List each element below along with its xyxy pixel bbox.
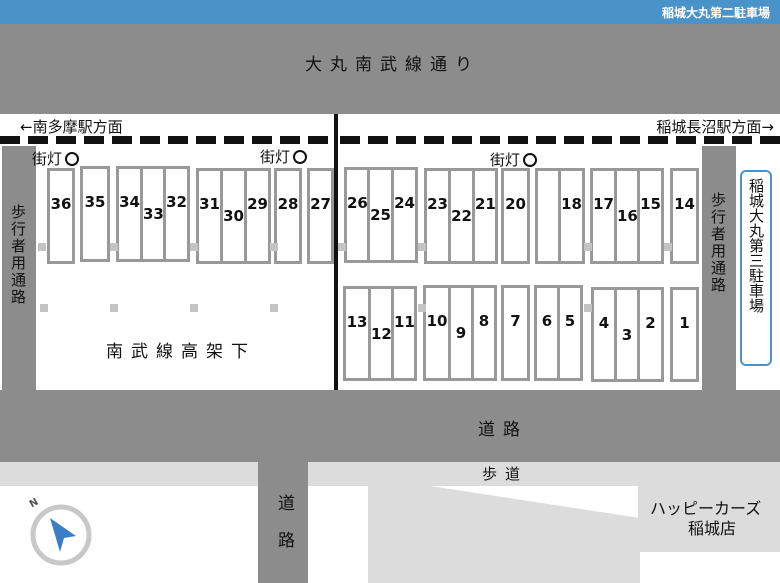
stall-17[interactable]: 17 xyxy=(590,168,617,264)
bollard-dot xyxy=(418,304,426,312)
stall-35[interactable]: 35 xyxy=(80,166,110,262)
bollard-dot xyxy=(270,243,278,251)
street-lamp-icon xyxy=(65,152,80,166)
walkway-right-label: 歩行者用通路 xyxy=(709,192,727,294)
street-lamp-icon xyxy=(523,153,538,167)
street-lamp-3: 街灯 xyxy=(490,149,538,170)
viaduct-area-label: 南武線高架下 xyxy=(106,342,256,362)
stall-36[interactable]: 36 xyxy=(47,168,75,264)
street-lamp-label: 街灯 xyxy=(32,150,63,168)
center-divider-line xyxy=(334,114,338,390)
bollard-dot xyxy=(338,243,346,251)
bottom-road xyxy=(0,390,780,462)
street-lamp-icon xyxy=(293,150,308,164)
bollard-dot xyxy=(418,243,426,251)
street-lamp-label: 街灯 xyxy=(260,148,291,166)
bollard-dot xyxy=(584,243,592,251)
compass-icon xyxy=(30,504,92,566)
stall-7[interactable]: 7 xyxy=(501,285,530,381)
stall-20[interactable]: 20 xyxy=(501,168,530,264)
street-lamp-label: 街灯 xyxy=(490,151,521,169)
stall-10[interactable]: 10 xyxy=(423,285,451,381)
stall-22[interactable]: 22 xyxy=(448,168,475,264)
sidewalk-label: 歩道 xyxy=(482,465,529,483)
stall-5[interactable]: 5 xyxy=(557,285,583,381)
stall-18[interactable]: 18 xyxy=(558,168,585,264)
bollard-dot xyxy=(110,304,118,312)
stall-31[interactable]: 31 xyxy=(196,168,223,264)
stall-11[interactable]: 11 xyxy=(391,286,417,381)
direction-right-label: 稲城長沼駅方面→ xyxy=(656,118,774,136)
stall-28[interactable]: 28 xyxy=(274,168,302,264)
bollard-dot xyxy=(190,304,198,312)
stall-23[interactable]: 23 xyxy=(424,168,451,264)
rail-track-left xyxy=(0,136,334,144)
neighbor-lot-label: 稲城大丸第三駐車場 xyxy=(747,178,765,313)
bollard-dot xyxy=(38,243,46,251)
bollard-dot xyxy=(270,304,278,312)
top-avenue-label: 大丸南武線通り xyxy=(305,55,480,75)
direction-left-label: ←南多摩駅方面 xyxy=(20,118,123,136)
stall-29[interactable]: 29 xyxy=(244,168,271,264)
bollard-dot xyxy=(584,304,592,312)
bottom-road-label: 道路 xyxy=(478,420,528,440)
bollard-dot xyxy=(110,243,118,251)
bollard-dot xyxy=(40,304,48,312)
stall-32[interactable]: 32 xyxy=(163,166,190,262)
stall-13[interactable]: 13 xyxy=(343,286,371,381)
stall-8[interactable]: 8 xyxy=(471,285,497,381)
stall-15[interactable]: 15 xyxy=(637,168,664,264)
stall-25[interactable]: 25 xyxy=(367,167,394,263)
side-road-label: 道路 xyxy=(274,494,294,568)
header-title: 稲城大丸第二駐車場 xyxy=(661,6,770,20)
stall-34[interactable]: 34 xyxy=(116,166,143,262)
stall-2[interactable]: 2 xyxy=(637,287,664,382)
stall-21[interactable]: 21 xyxy=(472,168,498,264)
street-lamp-1: 街灯 xyxy=(32,148,80,169)
parking-map: 稲城大丸第二駐車場 大丸南武線通り ←南多摩駅方面 稲城長沼駅方面→ 歩行者用通… xyxy=(0,0,780,583)
bollard-dot xyxy=(190,243,198,251)
stall-1[interactable]: 1 xyxy=(670,287,699,382)
sidewalk xyxy=(0,462,780,486)
street-lamp-2: 街灯 xyxy=(260,146,308,167)
bollard-dot xyxy=(664,243,672,251)
stall-14[interactable]: 14 xyxy=(670,168,699,264)
stall-24[interactable]: 24 xyxy=(391,167,418,263)
stall-30[interactable]: 30 xyxy=(220,168,247,264)
stall-27[interactable]: 27 xyxy=(307,168,334,264)
walkway-left-label: 歩行者用通路 xyxy=(9,204,27,306)
rail-track-right xyxy=(340,136,780,144)
shop-branch: 稲城店 xyxy=(688,519,737,538)
